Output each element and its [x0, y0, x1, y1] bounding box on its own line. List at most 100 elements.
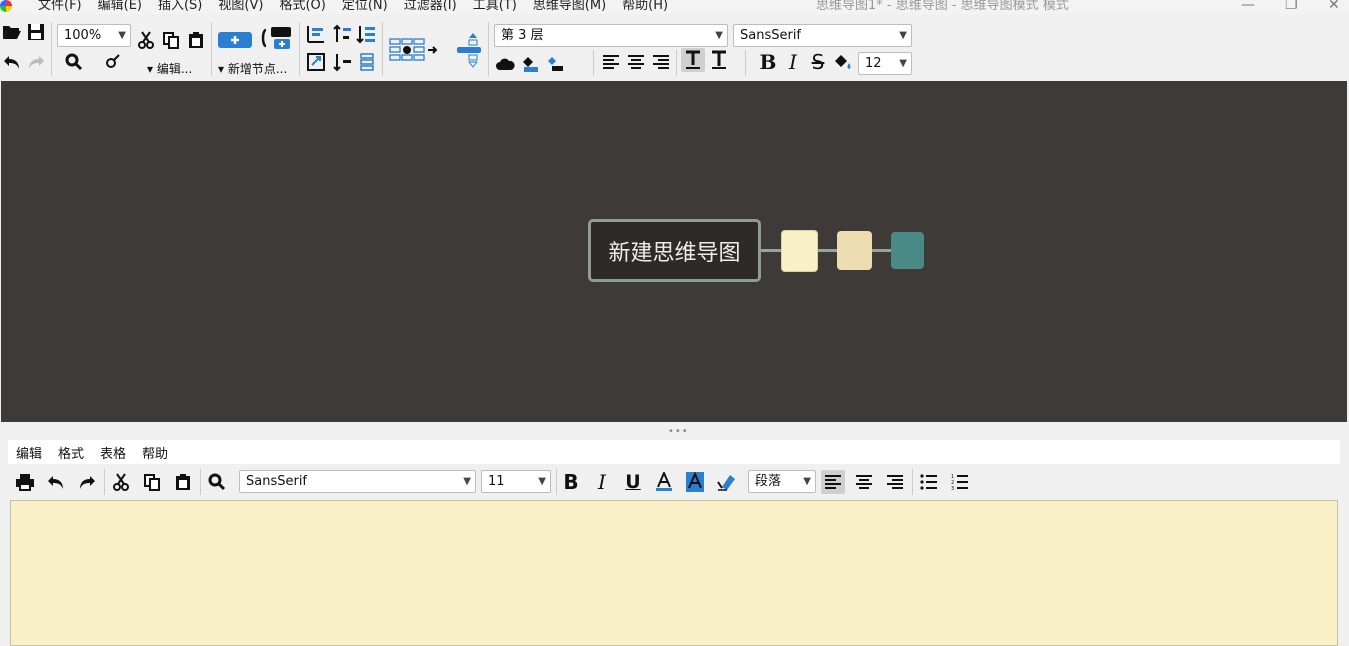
- root-node[interactable]: 新建思维导图: [588, 219, 761, 282]
- toolbar-separator: [745, 50, 746, 76]
- menu-file[interactable]: 文件(F): [30, 0, 90, 14]
- editor-paste-icon[interactable]: [171, 470, 195, 494]
- node-connector: [818, 249, 838, 252]
- editor-menu-format[interactable]: 格式: [50, 443, 92, 462]
- bulleted-list-icon[interactable]: [917, 470, 941, 494]
- zoom-select[interactable]: 100% ▼: [57, 24, 131, 47]
- paragraph-style-select[interactable]: 段落 ▼: [748, 470, 816, 493]
- editor-cut-icon[interactable]: [109, 470, 133, 494]
- menu-edit[interactable]: 编辑(E): [90, 0, 150, 14]
- add-sibling-node-icon[interactable]: [260, 26, 292, 50]
- outline-list-icon[interactable]: [354, 50, 378, 74]
- node-background-icon[interactable]: [543, 52, 567, 76]
- highlight-color-icon[interactable]: [683, 470, 707, 494]
- menu-insert[interactable]: 插入(S): [150, 0, 210, 14]
- bold-icon[interactable]: B: [756, 50, 780, 74]
- toolbar-separator: [593, 50, 594, 76]
- sort-up-icon[interactable]: [330, 22, 354, 46]
- align-center-icon[interactable]: [624, 50, 648, 74]
- text-top-icon[interactable]: [681, 48, 705, 72]
- font-size-select[interactable]: 12 ▼: [858, 52, 912, 75]
- align-node-icon[interactable]: [454, 32, 484, 68]
- editor-copy-icon[interactable]: [140, 470, 164, 494]
- editor-menu-table[interactable]: 表格: [92, 443, 134, 462]
- drag-handle-icon[interactable]: •••: [668, 426, 689, 437]
- numbered-list-icon[interactable]: 123: [948, 470, 972, 494]
- menu-navigate[interactable]: 定位(N): [334, 0, 396, 14]
- editor-align-left-icon[interactable]: [821, 470, 845, 494]
- chevron-down-icon: ▼: [803, 476, 811, 487]
- editor-menu-help[interactable]: 帮助: [134, 443, 176, 462]
- cut-icon[interactable]: [134, 28, 158, 52]
- font-size-value: 12: [865, 56, 882, 71]
- editor-menu-edit[interactable]: 编辑: [8, 443, 50, 462]
- child-node-2[interactable]: [837, 231, 872, 270]
- child-node-3[interactable]: [891, 232, 924, 269]
- add-node-dropdown[interactable]: ▾ 新增节点...: [218, 60, 287, 77]
- toolbar-separator: [912, 469, 913, 495]
- menu-tools[interactable]: 工具(T): [465, 0, 525, 14]
- menu-help[interactable]: 帮助(H): [614, 0, 676, 14]
- title-bar: 文件(F) 编辑(E) 插入(S) 视图(V) 格式(O) 定位(N) 过滤器(…: [0, 0, 1349, 14]
- paragraph-style-value: 段落: [755, 474, 782, 489]
- cloud-icon[interactable]: [493, 52, 517, 76]
- align-right-icon[interactable]: [649, 50, 673, 74]
- chevron-down-icon: ▼: [118, 30, 126, 41]
- editor-italic-icon[interactable]: I: [590, 470, 614, 494]
- mindmap-canvas[interactable]: 新建思维导图: [1, 81, 1347, 422]
- select-node-icon[interactable]: [100, 50, 124, 74]
- svg-text:3: 3: [951, 486, 954, 491]
- toolbar-separator: [51, 22, 52, 76]
- menu-format[interactable]: 格式(O): [271, 0, 333, 14]
- restore-icon[interactable]: ❐: [1285, 0, 1298, 13]
- editor-menu: 编辑 格式 表格 帮助: [8, 440, 1340, 464]
- align-left-icon[interactable]: [599, 50, 623, 74]
- add-child-node-icon[interactable]: [218, 28, 252, 52]
- text-color-icon[interactable]: [652, 470, 676, 494]
- editor-font-size-select[interactable]: 11 ▼: [481, 470, 551, 493]
- toolbar-separator: [676, 50, 677, 76]
- open-folder-icon[interactable]: [0, 20, 24, 44]
- move-up-icon[interactable]: [304, 22, 328, 46]
- level-select[interactable]: 第 3 层 ▼: [494, 24, 728, 47]
- chevron-down-icon: ▼: [899, 30, 907, 41]
- editor-font-family-select[interactable]: SansSerif ▼: [239, 470, 476, 493]
- editor-align-center-icon[interactable]: [852, 470, 876, 494]
- child-node-1[interactable]: [781, 230, 818, 272]
- editor-align-right-icon[interactable]: [883, 470, 907, 494]
- note-editor-area[interactable]: [10, 500, 1338, 646]
- redo-icon[interactable]: [24, 50, 48, 74]
- clear-format-icon[interactable]: [714, 470, 738, 494]
- editor-underline-icon[interactable]: U: [621, 470, 645, 494]
- editor-search-icon[interactable]: [205, 470, 229, 494]
- editor-undo-icon[interactable]: [44, 470, 68, 494]
- strikethrough-icon[interactable]: S: [806, 50, 830, 74]
- node-color-icon[interactable]: [518, 52, 542, 76]
- print-icon[interactable]: [13, 470, 37, 494]
- font-family-select[interactable]: SansSerif ▼: [733, 24, 912, 47]
- edit-dropdown[interactable]: ▾ 编辑...: [147, 60, 192, 77]
- move-down-icon[interactable]: [304, 50, 328, 74]
- paste-icon[interactable]: [184, 28, 208, 52]
- close-icon[interactable]: ✕: [1328, 0, 1340, 13]
- search-icon[interactable]: [62, 50, 86, 74]
- fill-color-icon[interactable]: [831, 50, 855, 74]
- text-bottom-icon[interactable]: [707, 48, 731, 72]
- layout-settings-icon[interactable]: [388, 36, 440, 64]
- undo-icon[interactable]: [0, 50, 24, 74]
- toolbar-separator: [104, 469, 105, 495]
- numbered-order-icon[interactable]: [354, 22, 378, 46]
- sort-down-icon[interactable]: [330, 50, 354, 74]
- editor-bold-icon[interactable]: B: [559, 470, 583, 494]
- menu-mindmap[interactable]: 思维导图(M): [525, 0, 614, 14]
- save-icon[interactable]: [24, 20, 48, 44]
- editor-redo-icon[interactable]: [75, 470, 99, 494]
- menu-filter[interactable]: 过滤器(I): [396, 0, 465, 14]
- menu-view[interactable]: 视图(V): [210, 0, 271, 14]
- italic-icon[interactable]: I: [781, 50, 805, 74]
- copy-icon[interactable]: [159, 28, 183, 52]
- minimize-icon[interactable]: —: [1241, 0, 1255, 13]
- toolbar-separator: [382, 22, 383, 76]
- chevron-down-icon: ▼: [538, 476, 546, 487]
- panel-splitter[interactable]: •••: [0, 422, 1349, 439]
